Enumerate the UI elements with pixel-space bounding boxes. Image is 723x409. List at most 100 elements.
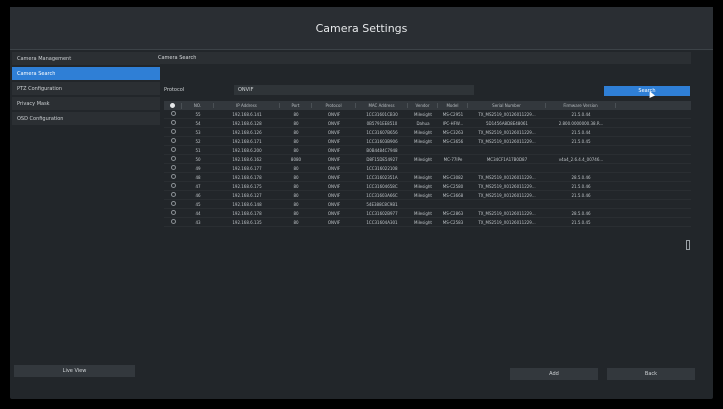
table-cell: 8080 — [290, 156, 302, 162]
row-checkbox[interactable] — [164, 111, 182, 117]
row-checkbox[interactable] — [164, 129, 182, 135]
column-header[interactable]: Port — [280, 103, 312, 108]
table-cell: 192.168.6.162 — [232, 156, 262, 162]
table-row[interactable]: 54 192.168.6.128 80 ONVIF 0B5791EE8510 Dahua I… — [164, 119, 691, 128]
add-button[interactable]: Add — [510, 368, 598, 380]
table-cell: 0B5791EE8510 — [366, 120, 398, 126]
sidebar-item-label: Camera Management — [17, 55, 72, 62]
row-checkbox[interactable] — [164, 174, 182, 180]
sidebar-item-camera-management[interactable]: Camera Management — [12, 52, 160, 65]
select-all-checkbox[interactable] — [164, 102, 182, 109]
table-row[interactable]: 50 192.168.6.162 8080 ONVIF D8F15DE54927 Mile… — [164, 155, 691, 164]
table-cell: 50 — [195, 156, 201, 162]
table-cell: 192.168.6.135 — [232, 219, 262, 225]
table-cell: 192.168.6.148 — [232, 201, 262, 207]
table-cell: 80 — [293, 147, 299, 153]
row-checkbox[interactable] — [164, 201, 182, 207]
table-row[interactable]: 51 192.168.6.200 80 ONVIF B0B4484C7948 — [164, 146, 691, 155]
table-row[interactable]: 47 192.168.6.175 80 ONVIF 1CC31604658C Milesi… — [164, 182, 691, 191]
table-row[interactable]: 45 192.168.6.148 80 ONVIF 54E388C8C9B1 — [164, 200, 691, 209]
live-view-button[interactable]: Live View — [14, 365, 135, 377]
table-cell: 192.168.6.178 — [232, 210, 262, 216]
column-header[interactable]: Vendor — [408, 103, 438, 108]
checkbox-icon — [170, 219, 176, 224]
column-header[interactable]: IP Address — [214, 103, 280, 108]
column-header[interactable]: NO. — [182, 103, 214, 108]
table-cell: 80 — [293, 210, 299, 216]
column-header[interactable]: Firmware Version — [546, 103, 616, 108]
table-cell: 53 — [195, 129, 201, 135]
table-cell: 80 — [293, 129, 299, 135]
sidebar-item-label: Privacy Mask — [17, 100, 50, 107]
table-cell: 1CC31607B656 — [366, 129, 398, 135]
checkbox-icon — [170, 120, 176, 125]
row-checkbox[interactable] — [164, 183, 182, 189]
table-cell: 1CC31601CB30 — [366, 111, 398, 117]
column-header[interactable]: Protocol — [312, 103, 356, 108]
camera-search-panel: Camera Search Protocol ONVIF Search NO. … — [154, 52, 691, 382]
table-cell: 47 — [195, 183, 201, 189]
table-cell: Milesight — [414, 138, 432, 144]
section-title-bar: Camera Search — [154, 52, 691, 64]
sidebar-item-ptz-configuration[interactable]: PTZ Configuration — [12, 82, 160, 95]
table-cell: 80 — [293, 174, 299, 180]
table-cell: 192.168.6.128 — [232, 120, 262, 126]
table-cell: Milesight — [414, 210, 432, 216]
table-cell: 21.5.0.45 — [571, 138, 591, 144]
table-cell: 43 — [195, 219, 201, 225]
row-checkbox[interactable] — [164, 138, 182, 144]
table-cell: ONVIF — [327, 156, 341, 162]
table-row[interactable]: 49 192.168.6.177 80 ONVIF 1CC316022108 — [164, 164, 691, 173]
checkbox-icon — [170, 174, 176, 179]
table-row[interactable]: 44 192.168.6.178 80 ONVIF 1CC31602B977 Milesi… — [164, 209, 691, 218]
column-header[interactable]: MAC Address — [356, 103, 408, 108]
table-row[interactable]: 46 192.168.6.127 80 ONVIF 1CC31603A66C Milesi… — [164, 191, 691, 200]
table-scrollbar[interactable] — [686, 240, 690, 250]
table-cell: 52 — [195, 138, 201, 144]
table-cell: Milesight — [414, 183, 432, 189]
table-cell: 55 — [195, 111, 201, 117]
column-header[interactable]: Model — [438, 103, 468, 108]
table-row[interactable]: 53 192.168.6.126 80 ONVIF 1CC31607B656 Milesi… — [164, 128, 691, 137]
table-row[interactable]: 55 192.168.6.141 80 ONVIF 1CC31601CB30 Milesi… — [164, 110, 691, 119]
table-cell: TX_MS2519_X0126011229... — [478, 174, 536, 180]
row-checkbox[interactable] — [164, 147, 182, 153]
row-checkbox[interactable] — [164, 120, 182, 126]
table-cell: 44 — [195, 210, 201, 216]
table-cell: 192.168.6.178 — [232, 174, 262, 180]
sidebar-item-osd-configuration[interactable]: OSD Configuration — [12, 112, 160, 125]
table-cell: 192.168.6.141 — [232, 111, 262, 117]
column-header[interactable]: Serial Number — [468, 103, 546, 108]
row-checkbox[interactable] — [164, 219, 182, 225]
table-cell: 192.168.6.127 — [232, 192, 262, 198]
table-row[interactable]: 52 192.168.6.171 80 ONVIF 1CC31603B906 Milesi… — [164, 137, 691, 146]
table-cell: ONVIF — [327, 129, 341, 135]
table-cell: 1CC31604658C — [366, 183, 398, 189]
table-cell: 80 — [293, 138, 299, 144]
row-checkbox[interactable] — [164, 156, 182, 162]
table-cell: 80 — [293, 192, 299, 198]
row-checkbox[interactable] — [164, 210, 182, 216]
table-cell: Dahua — [416, 120, 430, 126]
table-cell: Milesight — [414, 174, 432, 180]
checkbox-icon — [170, 201, 176, 206]
checkbox-icon — [170, 147, 176, 152]
checkbox-icon — [170, 183, 176, 188]
table-row[interactable]: 48 192.168.6.178 80 ONVIF 1CC31602351A Milesi… — [164, 173, 691, 182]
table-cell: 28.5.0.46 — [571, 174, 591, 180]
table-cell: TX_MS2519_X0126011229... — [478, 219, 536, 225]
table-cell: v4a4_2.6.4.4_00746... — [558, 156, 604, 162]
table-cell: MC34CF1A17B0D87 — [486, 156, 528, 162]
table-cell: 54 — [195, 120, 201, 126]
back-button[interactable]: Back — [607, 368, 695, 380]
sidebar-item-privacy-mask[interactable]: Privacy Mask — [12, 97, 160, 110]
row-checkbox[interactable] — [164, 165, 182, 171]
table-row[interactable]: 43 192.168.6.135 80 ONVIF 1CC31604A301 Milesi… — [164, 218, 691, 227]
checkbox-icon — [170, 129, 176, 134]
row-checkbox[interactable] — [164, 192, 182, 198]
checkbox-icon — [170, 210, 176, 215]
protocol-select[interactable]: ONVIF — [234, 85, 474, 95]
table-cell: Milesight — [414, 111, 432, 117]
window-header: Camera Settings — [10, 7, 713, 50]
sidebar-item-camera-search[interactable]: Camera Search — [12, 67, 160, 80]
